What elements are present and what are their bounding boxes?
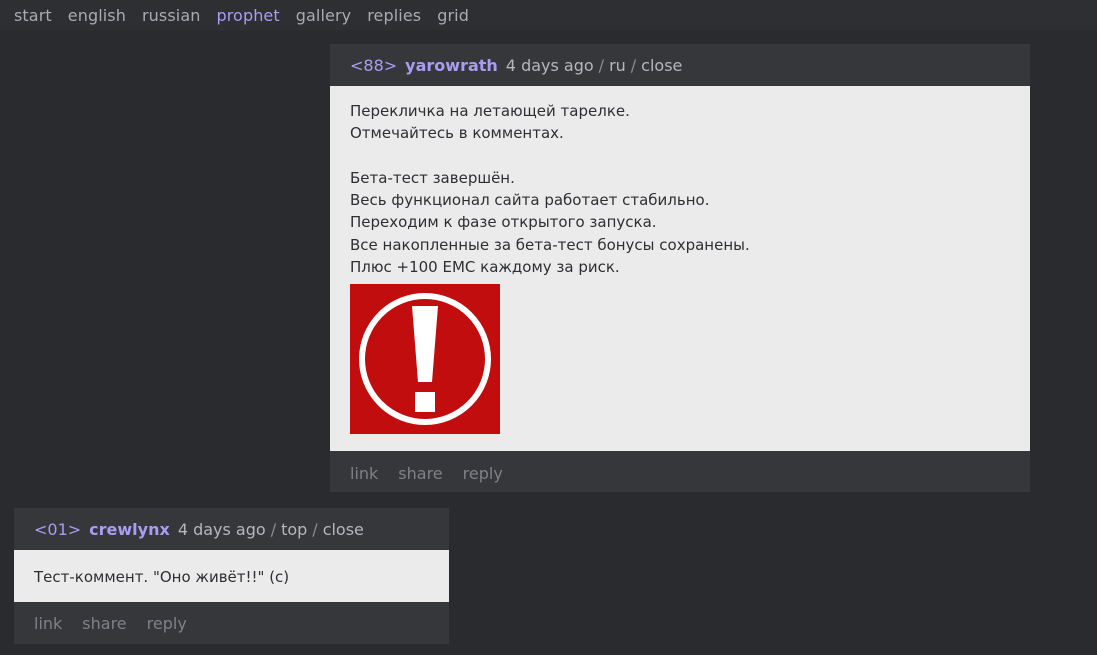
post-text-line: Перекличка на летающей тарелке.	[350, 102, 630, 120]
post-text-line: Бета-тест завершён.	[350, 168, 515, 187]
reply-button[interactable]: reply	[463, 464, 503, 483]
share-button[interactable]: share	[398, 464, 442, 483]
post-card: <88> yarowrath 4 days ago / ru / close П…	[330, 44, 1030, 492]
post-header: <88> yarowrath 4 days ago / ru / close	[330, 44, 1030, 86]
comment-author[interactable]: crewlynx	[89, 520, 170, 539]
post-text-line: Отмечайтесь в комментах.	[350, 124, 564, 143]
comment-header: <01> crewlynx 4 days ago / top / close	[14, 508, 449, 550]
separator: /	[598, 55, 605, 75]
nav-russian[interactable]: russian	[142, 6, 200, 25]
link-button[interactable]: link	[350, 464, 378, 483]
post-author[interactable]: yarowrath	[405, 56, 498, 75]
comment-number[interactable]: <01>	[34, 520, 81, 539]
reply-button[interactable]: reply	[147, 614, 187, 633]
comment-top-link[interactable]: top	[281, 520, 307, 539]
share-button[interactable]: share	[82, 614, 126, 633]
post-text-line: Плюс +100 EMC каждому за риск.	[350, 258, 620, 277]
post-body: Перекличка на летающей тарелке. Отмечайт…	[330, 86, 1030, 451]
comment-time[interactable]: 4 days ago	[178, 520, 266, 539]
separator: /	[630, 55, 637, 75]
post-time[interactable]: 4 days ago	[506, 56, 594, 75]
link-button[interactable]: link	[34, 614, 62, 633]
post-tag[interactable]: ru	[609, 56, 626, 75]
comment-actions: link share reply	[14, 602, 449, 644]
exclamation-circle-icon[interactable]	[350, 284, 500, 435]
post-actions: link share reply	[330, 451, 1030, 495]
comment-card: <01> crewlynx 4 days ago / top / close Т…	[14, 508, 449, 644]
nav-grid[interactable]: grid	[437, 6, 469, 25]
nav-prophet[interactable]: prophet	[216, 6, 279, 25]
nav-replies[interactable]: replies	[367, 6, 421, 25]
comment-close-link[interactable]: close	[323, 520, 364, 539]
nav-english[interactable]: english	[68, 6, 126, 25]
post-close-link[interactable]: close	[641, 56, 682, 75]
post-text-line: Весь функционал сайта работает стабильно…	[350, 191, 710, 210]
nav-gallery[interactable]: gallery	[296, 6, 351, 25]
post-number[interactable]: <88>	[350, 56, 397, 75]
comment-body: Тест-коммент. "Оно живёт!!" (с)	[14, 550, 449, 602]
separator: /	[312, 519, 318, 539]
nav-start[interactable]: start	[14, 6, 52, 25]
comment-text: Тест-коммент. "Оно живёт!!" (с)	[34, 568, 290, 586]
top-navigation: start english russian prophet gallery re…	[0, 0, 1097, 30]
post-text-line: Переходим к фазе открытого запуска.	[350, 213, 657, 232]
post-text-line: Все накопленные за бета-тест бонусы сохр…	[350, 235, 750, 254]
separator: /	[270, 519, 277, 539]
